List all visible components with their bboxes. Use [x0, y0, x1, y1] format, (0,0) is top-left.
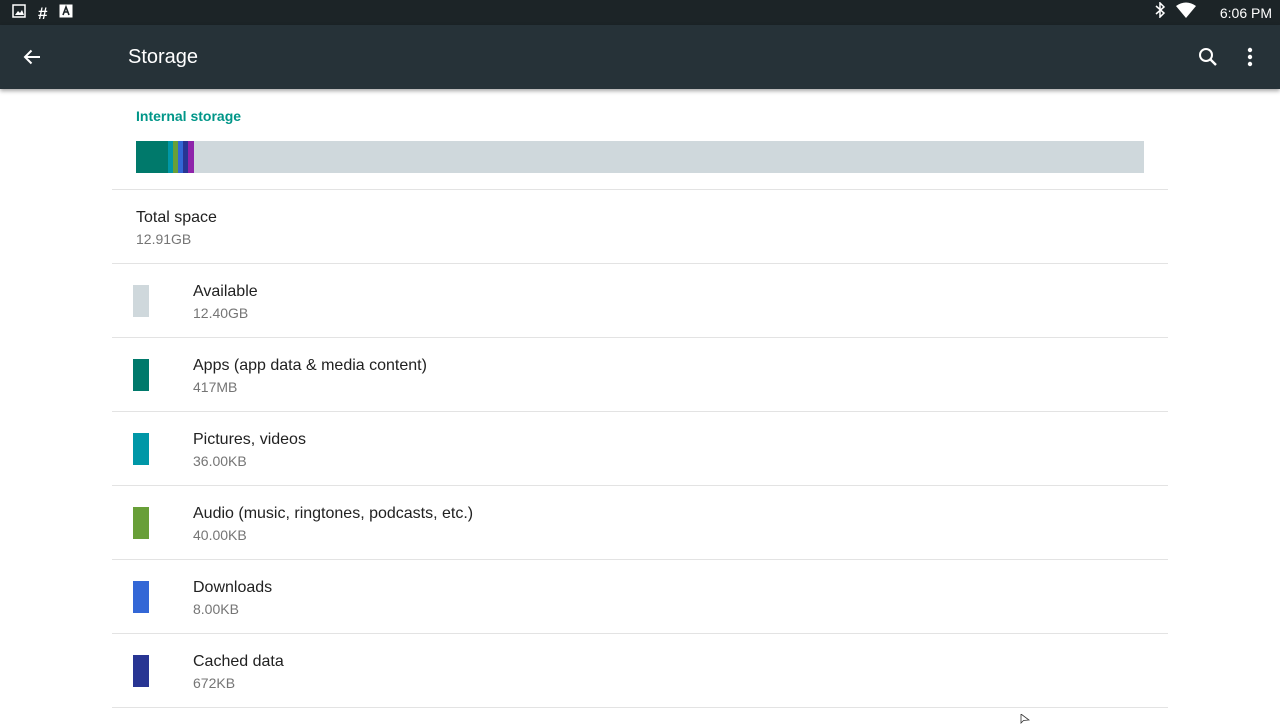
usage-bar-segment: [136, 141, 169, 173]
notification-icons: #: [12, 4, 73, 23]
color-swatch: [133, 285, 149, 317]
bluetooth-icon: [1154, 1, 1166, 23]
storage-item-size: 36.00KB: [193, 453, 247, 469]
back-button[interactable]: [16, 41, 48, 73]
storage-usage-bar: [136, 141, 1144, 173]
storage-item-size: 12.40GB: [193, 305, 249, 321]
wifi-icon: [1175, 2, 1196, 23]
storage-item-label: Cached data: [193, 653, 284, 670]
clock: 6:06 PM: [1219, 4, 1272, 21]
color-swatch: [133, 581, 149, 613]
font-notification-icon: [59, 4, 73, 23]
status-icons: 6:06 PM: [1154, 0, 1272, 25]
storage-item-size: 40.00KB: [193, 527, 247, 543]
storage-item-label: Downloads: [193, 579, 273, 596]
hash-notification-icon: #: [38, 3, 48, 23]
storage-item-cached-data[interactable]: Cached data 672KB: [112, 634, 1168, 708]
storage-item-pictures-videos[interactable]: Pictures, videos 36.00KB: [112, 412, 1168, 486]
color-swatch: [133, 359, 149, 391]
status-bar: # 6:06 PM: [0, 0, 1280, 25]
total-space-value: 12.91GB: [136, 231, 192, 247]
section-header-internal-storage: Internal storage: [136, 108, 242, 124]
more-options-button[interactable]: [1234, 41, 1266, 73]
storage-item-size: 8.00KB: [193, 601, 239, 617]
arrow-back-icon: [23, 49, 40, 65]
mouse-pointer-icon: [1020, 714, 1030, 724]
storage-item-downloads[interactable]: Downloads 8.00KB: [112, 560, 1168, 634]
storage-item-available[interactable]: Available 12.40GB: [112, 264, 1168, 338]
usage-bar-segment: [188, 141, 194, 173]
storage-item-label: Pictures, videos: [193, 431, 306, 448]
storage-item-size: 417MB: [193, 379, 238, 395]
color-swatch: [133, 655, 149, 687]
storage-item-label: Apps (app data & media content): [193, 357, 427, 374]
total-space-row: Total space 12.91GB: [136, 189, 1136, 263]
storage-item-apps[interactable]: Apps (app data & media content) 417MB: [112, 338, 1168, 412]
total-space-label: Total space: [136, 209, 217, 226]
storage-item-label: Available: [193, 283, 258, 300]
page-title: Storage: [128, 46, 199, 68]
color-swatch: [133, 507, 149, 539]
storage-item-audio[interactable]: Audio (music, ringtones, podcasts, etc.)…: [112, 486, 1168, 560]
more-vert-icon: [1247, 47, 1253, 67]
image-notification-icon: [12, 4, 26, 23]
storage-item-label: Audio (music, ringtones, podcasts, etc.): [193, 505, 474, 522]
app-bar: Storage: [0, 25, 1280, 89]
storage-item-size: 672KB: [193, 675, 236, 691]
divider: [112, 707, 1168, 708]
search-icon: [1199, 48, 1217, 66]
search-button[interactable]: [1192, 41, 1224, 73]
color-swatch: [133, 433, 149, 465]
